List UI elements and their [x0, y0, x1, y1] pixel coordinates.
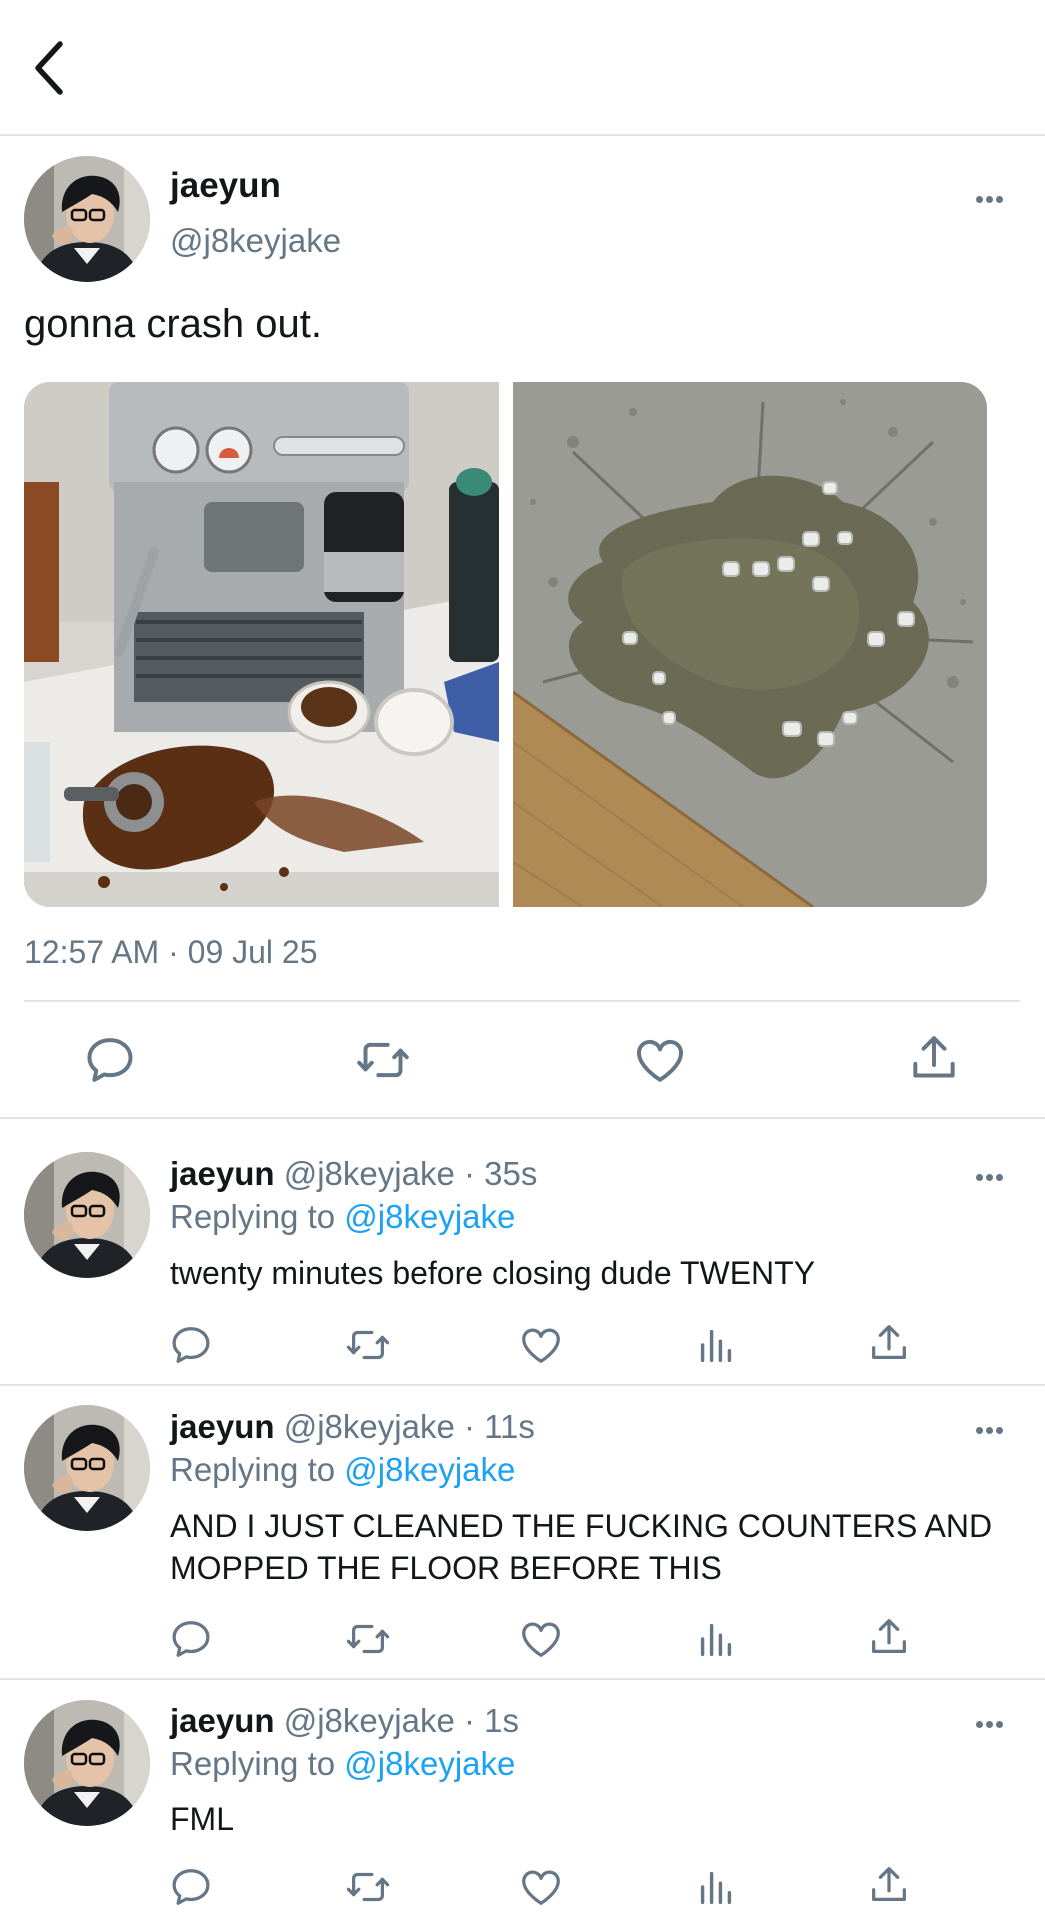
reply-text: FML — [170, 1801, 234, 1837]
heart-icon — [632, 1032, 688, 1088]
share-icon — [866, 1320, 912, 1366]
divider — [0, 1384, 1045, 1386]
avatar[interactable] — [24, 1405, 150, 1531]
divider — [0, 1678, 1045, 1680]
share-icon — [866, 1614, 912, 1660]
retweet-icon — [345, 1616, 391, 1662]
avatar[interactable] — [24, 1152, 150, 1278]
views-button[interactable] — [693, 1616, 739, 1662]
avatar[interactable] — [24, 156, 150, 282]
tweet-text: gonna crash out. — [24, 302, 322, 346]
more-options-icon[interactable] — [976, 1421, 1012, 1435]
replying-to-label: Replying to — [170, 1745, 336, 1782]
top-bar — [0, 0, 1045, 136]
heart-icon — [518, 1864, 564, 1910]
more-options-icon[interactable] — [976, 190, 1012, 204]
views-button[interactable] — [693, 1864, 739, 1910]
reply-icon — [82, 1032, 138, 1088]
reply-icon — [168, 1322, 214, 1368]
back-button[interactable] — [30, 38, 80, 98]
retweet-icon — [345, 1864, 391, 1910]
analytics-icon — [693, 1322, 739, 1368]
like-button[interactable] — [518, 1616, 564, 1662]
share-button[interactable] — [866, 1862, 912, 1908]
more-options-icon[interactable] — [976, 1168, 1012, 1182]
reply-author-name[interactable]: jaeyun — [170, 1702, 275, 1739]
retweet-icon — [345, 1322, 391, 1368]
retweet-button[interactable] — [345, 1322, 391, 1368]
reply-button[interactable] — [82, 1032, 138, 1088]
reply-text: AND I JUST CLEANED THE FUCKING COUNTERS … — [170, 1508, 993, 1586]
share-button[interactable] — [866, 1320, 912, 1366]
retweet-icon — [355, 1032, 411, 1088]
share-icon — [906, 1030, 962, 1086]
replying-to-handle[interactable]: @j8keyjake — [344, 1745, 515, 1782]
replying-to-handle[interactable]: @j8keyjake — [344, 1451, 515, 1488]
chevron-left-icon — [30, 38, 80, 98]
avatar[interactable] — [24, 1700, 150, 1826]
share-button[interactable] — [906, 1030, 962, 1086]
heart-icon — [518, 1322, 564, 1368]
author-handle[interactable]: @j8keyjake — [170, 222, 341, 260]
divider — [0, 1117, 1045, 1119]
reply-button[interactable] — [168, 1864, 214, 1910]
author-name[interactable]: jaeyun — [170, 166, 281, 206]
espresso-machine-spill-photo[interactable] — [24, 382, 499, 907]
retweet-button[interactable] — [345, 1864, 391, 1910]
reply-author-name[interactable]: jaeyun — [170, 1408, 275, 1445]
heart-icon — [518, 1616, 564, 1662]
analytics-icon — [693, 1616, 739, 1662]
reply-handle-time: @j8keyjake · 11s — [283, 1408, 535, 1445]
replying-to-label: Replying to — [170, 1451, 336, 1488]
spilled-iced-drink-floor-photo[interactable] — [513, 382, 987, 907]
reply-handle-time: @j8keyjake · 35s — [283, 1155, 538, 1192]
reply-text: twenty minutes before closing dude TWENT… — [170, 1255, 816, 1291]
divider — [24, 1000, 1020, 1002]
reply-button[interactable] — [168, 1616, 214, 1662]
replying-to-label: Replying to — [170, 1198, 336, 1235]
reply-icon — [168, 1864, 214, 1910]
more-options-icon[interactable] — [976, 1715, 1012, 1729]
share-button[interactable] — [866, 1614, 912, 1660]
analytics-icon — [693, 1864, 739, 1910]
views-button[interactable] — [693, 1322, 739, 1368]
reply-button[interactable] — [168, 1322, 214, 1368]
share-icon — [866, 1862, 912, 1908]
reply-author-name[interactable]: jaeyun — [170, 1155, 275, 1192]
replying-to-handle[interactable]: @j8keyjake — [344, 1198, 515, 1235]
reply-icon — [168, 1616, 214, 1662]
retweet-button[interactable] — [345, 1616, 391, 1662]
like-button[interactable] — [518, 1864, 564, 1910]
like-button[interactable] — [518, 1322, 564, 1368]
tweet-timestamp: 12:57 AM · 09 Jul 25 — [24, 934, 318, 970]
like-button[interactable] — [632, 1032, 688, 1088]
retweet-button[interactable] — [355, 1032, 411, 1088]
reply-handle-time: @j8keyjake · 1s — [283, 1702, 519, 1739]
